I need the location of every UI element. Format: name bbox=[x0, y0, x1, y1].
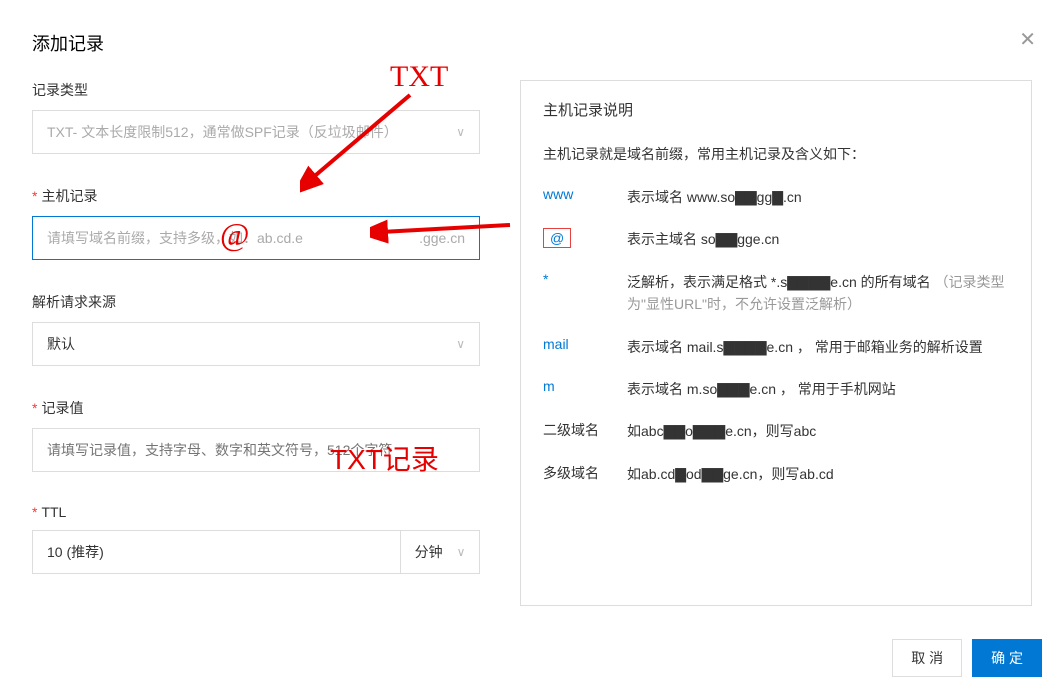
host-suffix: .gge.cn bbox=[419, 230, 479, 246]
ttl-label: TTL bbox=[32, 504, 480, 520]
ok-button[interactable]: 确 定 bbox=[972, 639, 1042, 677]
help-key: @ bbox=[543, 228, 627, 250]
cancel-button[interactable]: 取 消 bbox=[892, 639, 962, 677]
host-input[interactable] bbox=[33, 217, 419, 259]
help-val: 表示主域名 so▇▇gge.cn bbox=[627, 228, 779, 250]
ttl-unit-value: 分钟 bbox=[415, 542, 443, 562]
help-val: 如ab.cd▇od▇▇ge.cn，则写ab.cd bbox=[627, 463, 834, 485]
help-row-www: www 表示域名 www.so▇▇gg▇.cn bbox=[543, 186, 1009, 208]
ttl-unit-select[interactable]: 分钟 ∨ bbox=[400, 530, 480, 574]
ttl-value: 10 (推荐) bbox=[47, 542, 386, 562]
help-key: 多级域名 bbox=[543, 463, 627, 485]
help-val: 泛解析，表示满足格式 *.s▇▇▇▇e.cn 的所有域名 （记录类型为"显性UR… bbox=[627, 271, 1009, 316]
help-key: 二级域名 bbox=[543, 420, 627, 442]
chevron-down-icon: ∨ bbox=[456, 337, 465, 351]
host-label: 主机记录 bbox=[32, 186, 480, 206]
record-type-value: TXT- 文本长度限制512，通常做SPF记录（反垃圾邮件） bbox=[47, 122, 448, 142]
help-row-mail: mail 表示域名 mail.s▇▇▇▇e.cn ， 常用于邮箱业务的解析设置 bbox=[543, 336, 1009, 358]
help-row-star: * 泛解析，表示满足格式 *.s▇▇▇▇e.cn 的所有域名 （记录类型为"显性… bbox=[543, 271, 1009, 316]
record-value-input[interactable] bbox=[47, 442, 465, 458]
help-val: 表示域名 m.so▇▇▇e.cn ， 常用于手机网站 bbox=[627, 378, 896, 400]
help-val: 如abc▇▇o▇▇▇e.cn，则写abc bbox=[627, 420, 816, 442]
help-row-m: m 表示域名 m.so▇▇▇e.cn ， 常用于手机网站 bbox=[543, 378, 1009, 400]
form-panel: 记录类型 TXT- 文本长度限制512，通常做SPF记录（反垃圾邮件） ∨ 主机… bbox=[32, 80, 480, 606]
ttl-select[interactable]: 10 (推荐) bbox=[32, 530, 400, 574]
record-type-select[interactable]: TXT- 文本长度限制512，通常做SPF记录（反垃圾邮件） ∨ bbox=[32, 110, 480, 154]
chevron-down-icon: ∨ bbox=[457, 545, 466, 559]
source-select[interactable]: 默认 ∨ bbox=[32, 322, 480, 366]
help-row-subN: 多级域名 如ab.cd▇od▇▇ge.cn，则写ab.cd bbox=[543, 463, 1009, 485]
close-icon[interactable]: ✕ bbox=[1019, 30, 1036, 50]
host-input-wrapper: .gge.cn bbox=[32, 216, 480, 260]
record-value-label: 记录值 bbox=[32, 398, 480, 418]
help-desc: 主机记录就是域名前缀，常用主机记录及含义如下： bbox=[543, 144, 1009, 164]
help-key: mail bbox=[543, 336, 627, 358]
help-row-at: @ 表示主域名 so▇▇gge.cn bbox=[543, 228, 1009, 250]
source-label: 解析请求来源 bbox=[32, 292, 480, 312]
help-title: 主机记录说明 bbox=[543, 99, 1009, 120]
help-panel: 主机记录说明 主机记录就是域名前缀，常用主机记录及含义如下： www 表示域名 … bbox=[520, 80, 1032, 606]
help-key: www bbox=[543, 186, 627, 208]
help-val: 表示域名 mail.s▇▇▇▇e.cn ， 常用于邮箱业务的解析设置 bbox=[627, 336, 983, 358]
source-value: 默认 bbox=[47, 334, 448, 354]
help-val: 表示域名 www.so▇▇gg▇.cn bbox=[627, 186, 802, 208]
help-key: * bbox=[543, 271, 627, 316]
modal-title: 添加记录 bbox=[32, 30, 1032, 56]
chevron-down-icon: ∨ bbox=[456, 125, 465, 139]
record-value-input-wrapper bbox=[32, 428, 480, 472]
help-row-sub2: 二级域名 如abc▇▇o▇▇▇e.cn，则写abc bbox=[543, 420, 1009, 442]
record-type-label: 记录类型 bbox=[32, 80, 480, 100]
help-key: m bbox=[543, 378, 627, 400]
